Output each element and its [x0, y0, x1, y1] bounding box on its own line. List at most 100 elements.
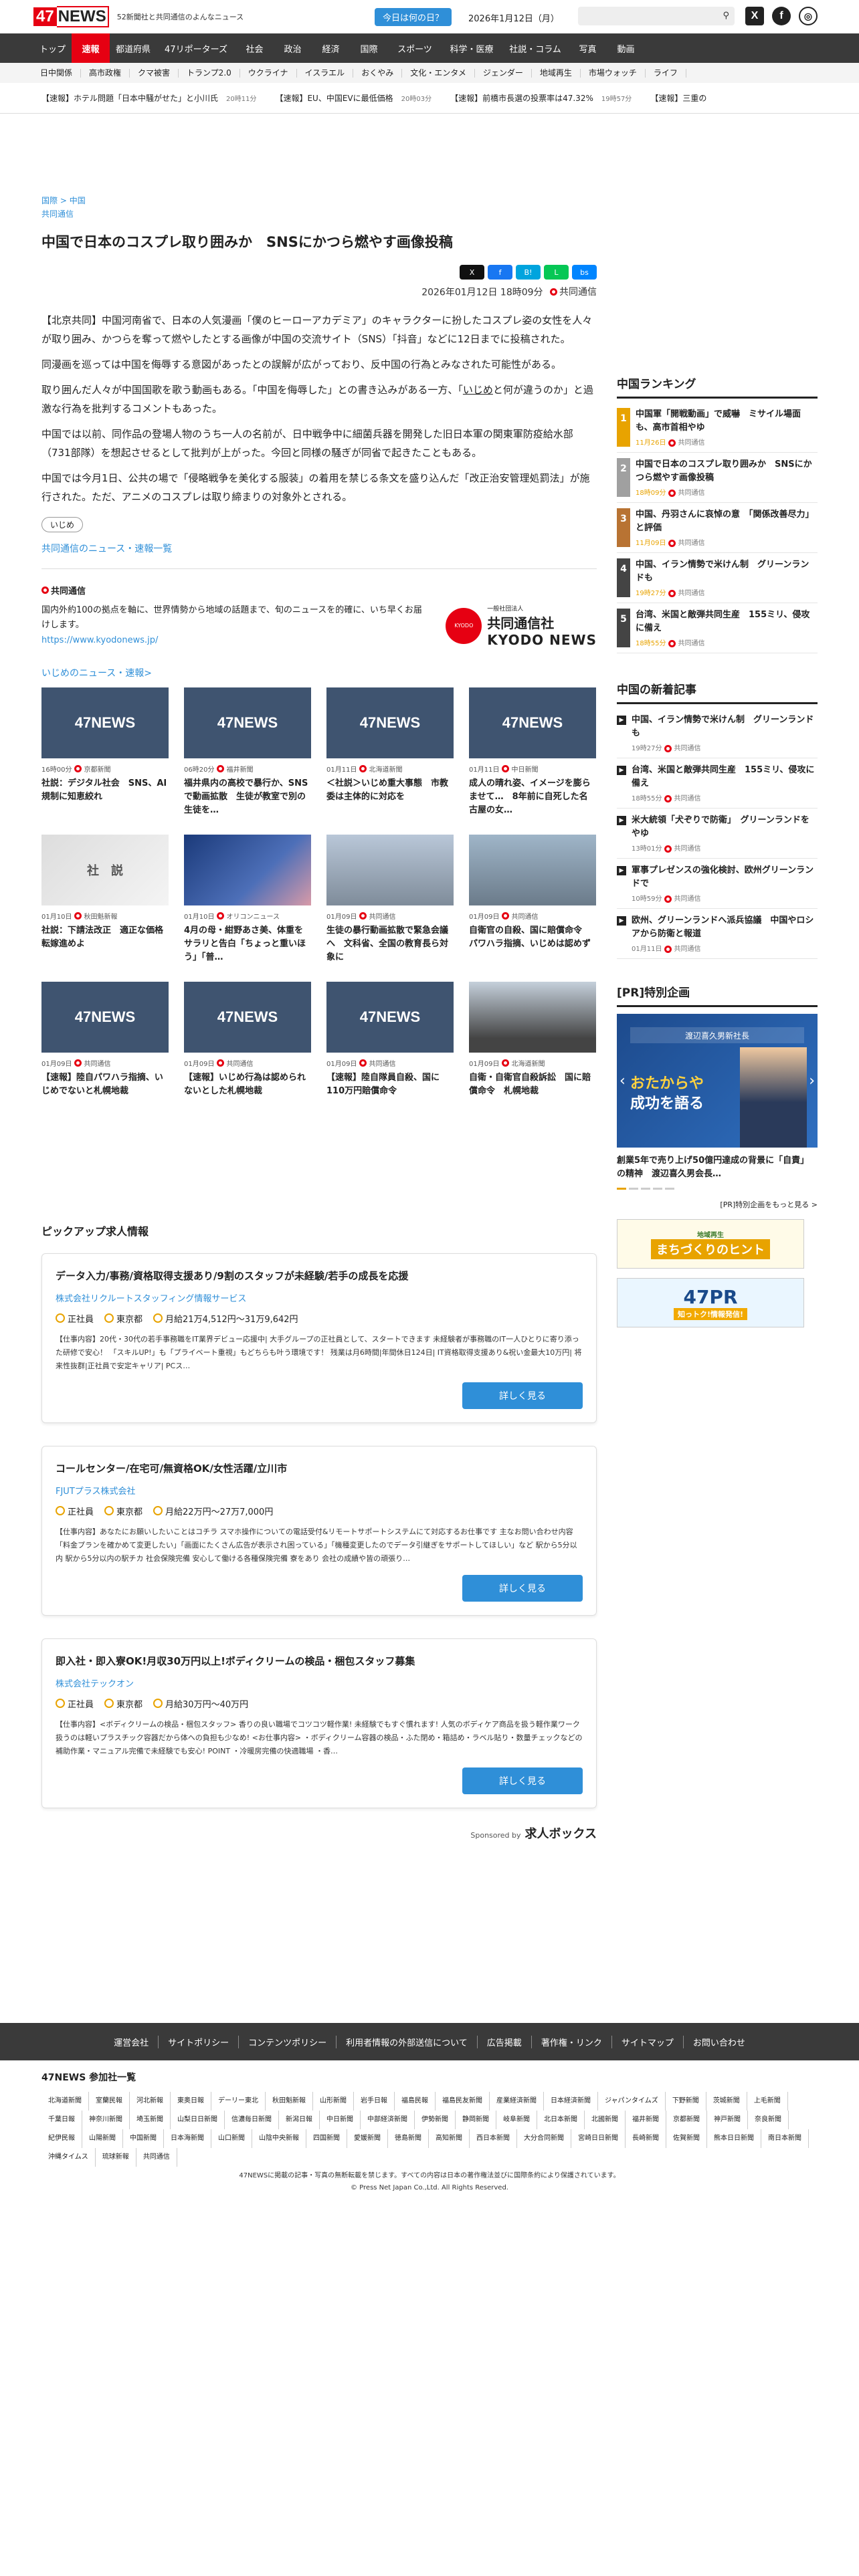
publisher-link[interactable]: 茨城新聞	[706, 2092, 747, 2111]
job-detail-button[interactable]: 詳しく見る	[462, 1382, 583, 1409]
nav-item[interactable]: 社会	[235, 33, 274, 63]
publisher-link[interactable]: 南日本新聞	[761, 2129, 809, 2148]
publisher-link[interactable]: 福島民報	[395, 2092, 436, 2111]
share-x-button[interactable]: X	[460, 265, 484, 280]
subnav-item[interactable]: イスラエル	[297, 68, 354, 78]
publisher-link[interactable]: 河北新報	[130, 2092, 171, 2111]
publisher-link[interactable]: 産業経済新聞	[490, 2092, 544, 2111]
subnav-item[interactable]: おくやみ	[353, 68, 403, 78]
ticker-item[interactable]: 【速報】前橋市長選の投票率は47.32% 19時57分	[450, 92, 632, 104]
subnav-item[interactable]: クマ被害	[130, 68, 179, 78]
news-card[interactable]: 01月10日 オリコンニュース 4月の母・紺野あさ美、体重をサラリと告白「ちょっと重…	[184, 834, 311, 982]
site-logo[interactable]: 47 NEWS	[33, 6, 109, 27]
job-company[interactable]: FJUTプラス株式会社	[56, 1484, 583, 1497]
publisher-link[interactable]: 山口新聞	[211, 2129, 252, 2148]
publisher-link[interactable]: 紀伊民報	[41, 2129, 82, 2148]
publisher-link[interactable]: 長崎新聞	[626, 2129, 666, 2148]
publisher-link[interactable]: 奈良新聞	[748, 2111, 789, 2129]
publisher-link[interactable]: 下野新聞	[666, 2092, 706, 2111]
carousel-prev-icon[interactable]: ‹	[619, 1073, 626, 1089]
newest-item[interactable]: ▶ 欧州、グリーンランドへ派兵協議 中国やロシアから防衛と報道 01月11日 共同通信	[617, 909, 818, 959]
publisher-link[interactable]: 上毛新聞	[747, 2092, 788, 2111]
newest-item[interactable]: ▶ 台湾、米国と敵弾共同生産 155ミリ、侵攻に備え 18時55分 共同通信	[617, 758, 818, 809]
nav-item[interactable]: 写真	[569, 33, 607, 63]
publisher-link[interactable]: 岐阜新聞	[496, 2111, 537, 2129]
newest-item[interactable]: ▶ 米大統領「犬ぞりで防衛」 グリーンランドをやゆ 13時01分 共同通信	[617, 809, 818, 859]
footer-link[interactable]: お問い合わせ	[684, 2036, 755, 2048]
facebook-icon[interactable]: f	[772, 7, 791, 25]
publisher-link[interactable]: 愛媛新聞	[347, 2129, 388, 2148]
ticker-item[interactable]: 【速報】三重の	[650, 92, 706, 104]
news-card[interactable]: 47NEWS 16時00分 京都新聞 社説：デジタル社会 SNS、AI規制に知恵絞れ	[41, 687, 169, 835]
nav-item[interactable]: 国際	[350, 33, 388, 63]
banner-chiiki[interactable]: 地域再生 まちづくりのヒント	[617, 1219, 804, 1269]
keyword-tag[interactable]: いじめ	[41, 516, 84, 532]
publisher-link[interactable]: 新潟日報	[279, 2111, 320, 2129]
share-facebook-button[interactable]: f	[488, 265, 512, 280]
job-title[interactable]: 即入社・即入寮OK!月収30万円以上!ボディクリームの検品・梱包スタッフ募集	[56, 1654, 583, 1669]
subnav-item[interactable]: ライフ	[646, 68, 686, 78]
nav-item[interactable]: 47リポーターズ	[157, 33, 235, 63]
publisher-link[interactable]: 中部経済新聞	[361, 2111, 415, 2129]
publisher-link[interactable]: 佐賀新聞	[666, 2129, 707, 2148]
publisher-link[interactable]: 信濃毎日新聞	[225, 2111, 279, 2129]
news-card[interactable]: 社 説 01月10日 秋田魁新報 社説：下請法改正 適正な価格転嫁進めよ	[41, 834, 169, 982]
nav-item[interactable]: 社説・コラム	[502, 33, 569, 63]
publisher-link[interactable]: デーリー東北	[211, 2092, 266, 2111]
ranking-item[interactable]: 3 中国、丹羽さんに哀悼の意 「関係改善尽力」と評価 11月09日 共同通信	[617, 503, 818, 553]
publisher-link[interactable]: 山形新聞	[313, 2092, 354, 2111]
newest-item[interactable]: ▶ 中国、イラン情勢で米けん制 グリーンランドも 19時27分 共同通信	[617, 708, 818, 758]
news-card[interactable]: 01月09日 共同通信 生徒の暴行動画拡散で緊急会議へ 文科省、全国の教育長ら対象に	[326, 834, 454, 982]
carousel-next-icon[interactable]: ›	[809, 1073, 815, 1089]
publisher-link[interactable]: 北日本新聞	[537, 2111, 585, 2129]
publisher-link[interactable]: 京都新聞	[666, 2111, 707, 2129]
x-icon[interactable]: X	[745, 7, 764, 25]
keyword-link[interactable]: いじめ	[463, 384, 493, 396]
publisher-link[interactable]: 山梨日日新聞	[171, 2111, 225, 2129]
publisher-link[interactable]: 大分合同新聞	[517, 2129, 571, 2148]
publisher-link[interactable]: 東奥日報	[171, 2092, 211, 2111]
footer-link[interactable]: 運営会社	[104, 2035, 159, 2048]
publisher-link[interactable]: 中日新聞	[320, 2111, 361, 2129]
publisher-link[interactable]: 福島民友新聞	[436, 2092, 490, 2111]
publisher-link[interactable]: 琉球新報	[96, 2148, 136, 2167]
news-card[interactable]: 47NEWS 01月11日 北海道新聞 ＜社説＞いじめ重大事態 市教委は主体的に対応を	[326, 687, 454, 835]
subnav-item[interactable]: ウクライナ	[240, 68, 297, 78]
ijime-news-link[interactable]: いじめのニュース・速報>	[41, 666, 597, 679]
pr-caption[interactable]: 創業5年で売り上げ50億円達成の背景に「自責」の精神 渡辺喜久男会長…	[617, 1154, 818, 1181]
ranking-item[interactable]: 5 台湾、米国と敵弾共同生産 155ミリ、侵攻に備え 18時55分 共同通信	[617, 603, 818, 653]
search-input[interactable]: ⚲	[578, 7, 735, 25]
subnav-item[interactable]: 日中関係	[33, 68, 82, 78]
publisher-link[interactable]: 中国新聞	[123, 2129, 164, 2148]
subnav-item[interactable]: ジェンダー	[475, 68, 532, 78]
nav-item[interactable]: トップ	[33, 33, 72, 63]
today-button[interactable]: 今日は何の日？	[375, 8, 452, 26]
job-detail-button[interactable]: 詳しく見る	[462, 1574, 583, 1602]
subnav-item[interactable]: 市場ウォッチ	[581, 68, 646, 78]
source-link[interactable]: 共同通信	[41, 209, 74, 219]
breadcrumb-link[interactable]: 中国	[70, 196, 86, 205]
footer-link[interactable]: 広告掲載	[478, 2035, 532, 2048]
publisher-link[interactable]: 千葉日報	[41, 2111, 82, 2129]
footer-link[interactable]: サイトマップ	[612, 2035, 684, 2048]
publisher-link[interactable]: 北海道新聞	[41, 2092, 89, 2111]
footer-link[interactable]: 利用者情報の外部送信について	[337, 2035, 478, 2048]
job-title[interactable]: データ入力/事務/資格取得支援あり/9割のスタッフが未経験/若手の成長を応援	[56, 1269, 583, 1283]
job-company[interactable]: 株式会社リクルートスタッフィング情報サービス	[56, 1291, 583, 1304]
publisher-link[interactable]: 神戸新聞	[707, 2111, 748, 2129]
publisher-link[interactable]: 埼玉新聞	[130, 2111, 171, 2129]
newest-item[interactable]: ▶ 軍事プレゼンスの強化検討、欧州グリーンランドで 10時59分 共同通信	[617, 859, 818, 909]
ticker-item[interactable]: 【速報】EU、中国EVに最低価格 20時03分	[275, 92, 432, 104]
publisher-url[interactable]: https://www.kyodonews.jp/	[41, 635, 158, 645]
job-title[interactable]: コールセンター/在宅可/無資格OK/女性活躍/立川市	[56, 1461, 583, 1476]
ticker-item[interactable]: 【速報】ホテル問題「日本中騒がせた」と小川氏 20時11分	[41, 92, 256, 104]
pr-more-link[interactable]: [PR]特別企画をもっと見る >	[617, 1199, 818, 1210]
news-card[interactable]: 47NEWS 01月11日 中日新聞 成人の晴れ姿、イメージを膨らませて… 8年前に自…	[469, 687, 596, 835]
kyodo-news-list-link[interactable]: 共同通信のニュース・速報一覧	[41, 542, 597, 555]
publisher-link[interactable]: 伊勢新聞	[415, 2111, 456, 2129]
publisher-link[interactable]: 西日本新聞	[470, 2129, 517, 2148]
footer-link[interactable]: 著作権・リンク	[532, 2035, 612, 2048]
job-detail-button[interactable]: 詳しく見る	[462, 1767, 583, 1794]
publisher-link[interactable]: 日本経済新聞	[544, 2092, 598, 2111]
publisher-link[interactable]: 山陽新聞	[82, 2129, 123, 2148]
